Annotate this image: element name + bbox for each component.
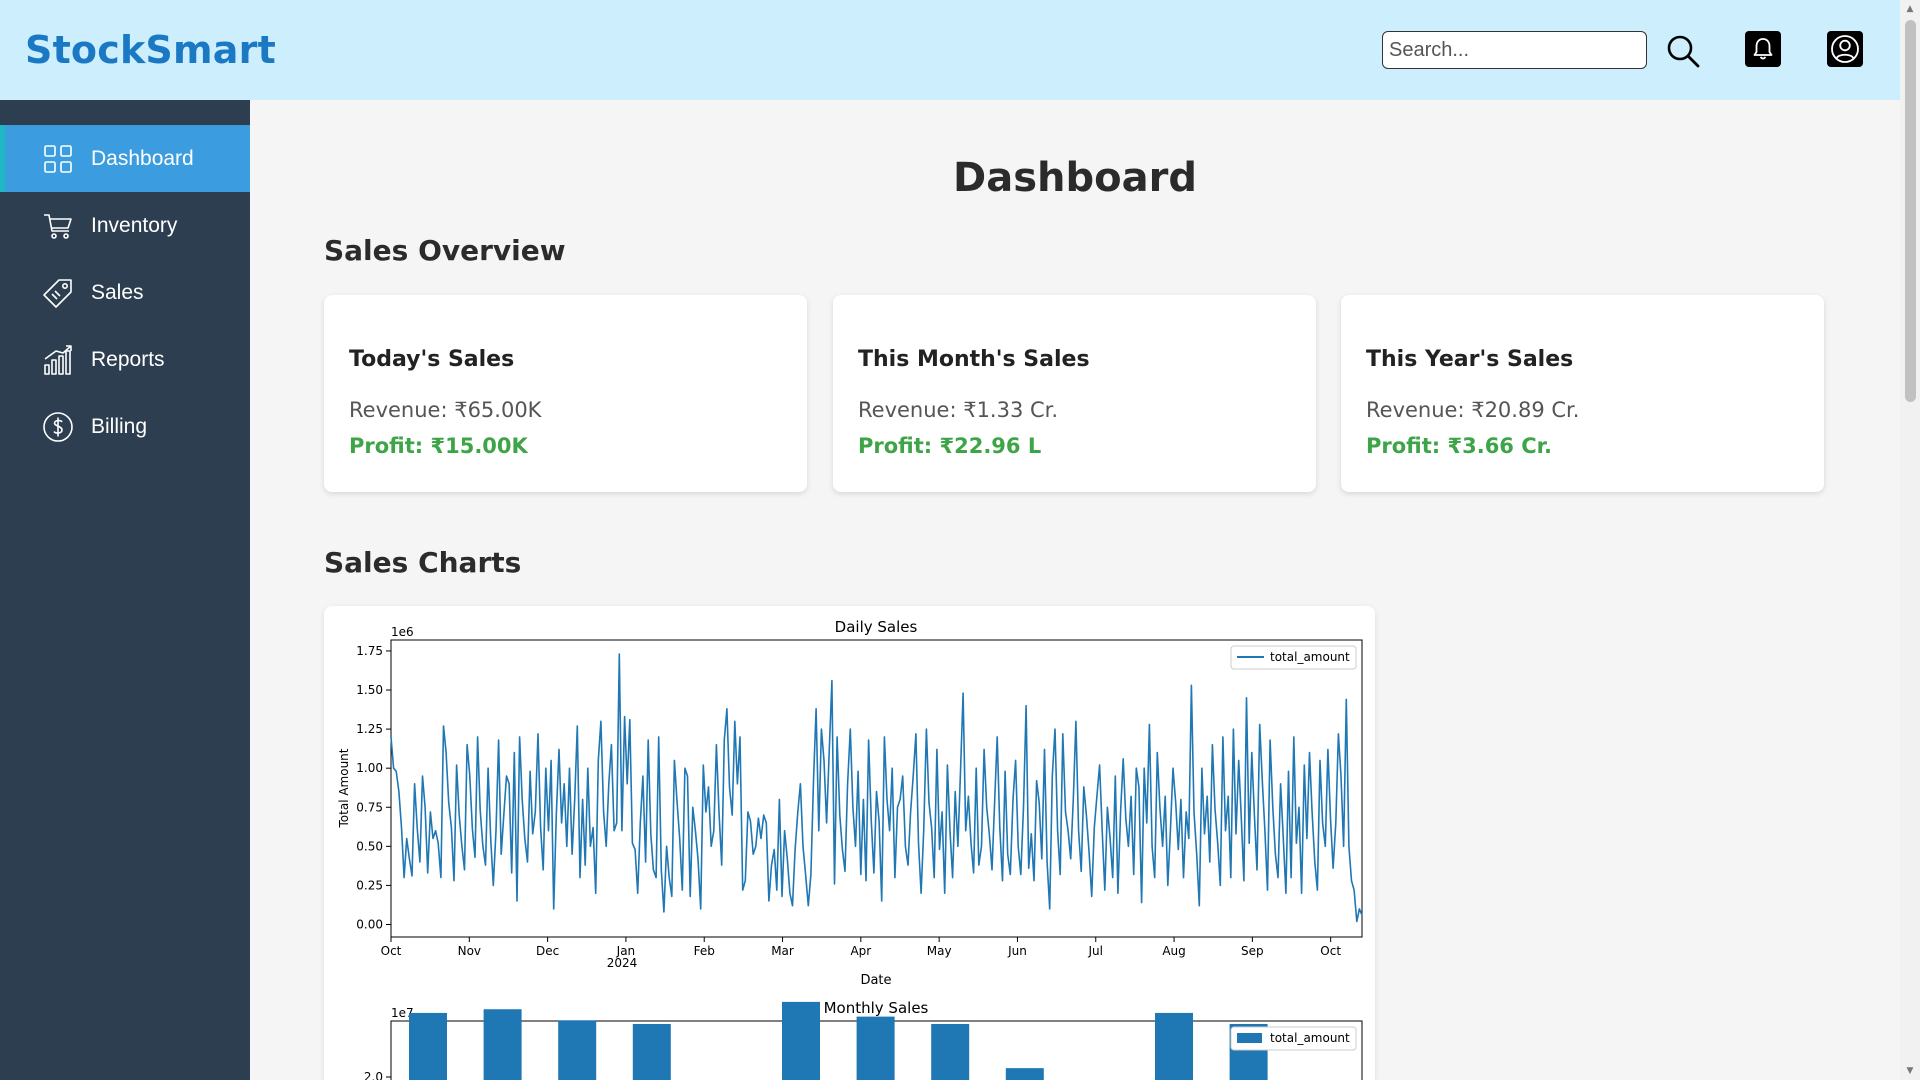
- scrollbar-thumb[interactable]: [1905, 20, 1916, 402]
- monthly-bar: [558, 1020, 597, 1080]
- dollar-circle-icon: [42, 411, 74, 443]
- card-title: This Month's Sales: [858, 347, 1090, 372]
- bar-chart-icon: [42, 344, 74, 376]
- daily-x-tick-label: Feb: [694, 944, 715, 958]
- card-revenue: Revenue: ₹1.33 Cr.: [858, 398, 1059, 422]
- daily-y-tick-label: 0.75: [356, 800, 383, 814]
- sidebar-item-reports[interactable]: Reports: [0, 326, 250, 393]
- monthly-bar: [1005, 1068, 1044, 1080]
- profile-button[interactable]: [1827, 31, 1863, 67]
- card-title: This Year's Sales: [1366, 347, 1574, 372]
- daily-x-tick-label: Aug: [1162, 944, 1185, 958]
- daily-x-year-label: 2024: [607, 956, 638, 970]
- card-revenue: Revenue: ₹20.89 Cr.: [1366, 398, 1580, 422]
- monthly-bar: [632, 1023, 671, 1080]
- daily-x-tick-label: May: [927, 944, 952, 958]
- year-sales-card: This Year's Sales Revenue: ₹20.89 Cr. Pr…: [1341, 295, 1824, 492]
- daily-y-axis-label: Total Amount: [337, 748, 351, 828]
- daily-x-tick-label: Jun: [1007, 944, 1027, 958]
- monthly-y-tick-label: 2.0: [364, 1070, 383, 1080]
- monthly-bar: [782, 1001, 820, 1080]
- todays-sales-card: Today's Sales Revenue: ₹65.00K Profit: ₹…: [324, 295, 807, 492]
- bell-icon: [1753, 38, 1773, 60]
- daily-y-tick-label: 1.50: [356, 683, 383, 697]
- daily-x-tick-label: Sep: [1241, 944, 1264, 958]
- sidebar-item-sales[interactable]: Sales: [0, 259, 250, 326]
- daily-x-ticks: Oct Nov Dec Jan Feb Mar Apr May Jun Jul Aug Sep Oct: [381, 937, 1341, 958]
- daily-y-tick-label: 1.75: [356, 644, 383, 658]
- daily-legend-label: total_amount: [1270, 650, 1350, 664]
- card-profit: Profit: ₹3.66 Cr.: [1366, 434, 1552, 458]
- search-button[interactable]: [1662, 30, 1704, 72]
- daily-y-tick-label: 0.25: [356, 878, 383, 892]
- daily-x-tick-label: Mar: [771, 944, 794, 958]
- daily-x-tick-label: Jul: [1088, 944, 1103, 958]
- search-input[interactable]: [1382, 31, 1647, 69]
- daily-x-tick-label: Oct: [381, 944, 402, 958]
- daily-y-tick-label: 0.50: [356, 839, 383, 853]
- monthly-bar: [483, 1009, 522, 1080]
- sidebar-item-label: Billing: [91, 414, 148, 438]
- daily-y-offset: 1e6: [391, 625, 414, 639]
- top-header: StockSmart: [0, 0, 1900, 100]
- daily-y-tick-label: 0.00: [356, 917, 383, 931]
- daily-x-axis-label: Date: [860, 973, 891, 988]
- user-icon: [1831, 35, 1859, 63]
- sidebar-item-inventory[interactable]: Inventory: [0, 192, 250, 259]
- daily-x-tick-label: Nov: [458, 944, 481, 958]
- monthly-bar: [409, 1012, 447, 1080]
- monthly-legend-label: total_amount: [1270, 1031, 1350, 1045]
- grid-icon: [42, 143, 74, 175]
- monthly-bar: [1155, 1012, 1193, 1080]
- cart-icon: [42, 210, 74, 242]
- daily-x-tick-label: Oct: [1320, 944, 1341, 958]
- sidebar-item-label: Sales: [91, 280, 144, 304]
- card-revenue: Revenue: ₹65.00K: [349, 398, 542, 422]
- sidebar: Dashboard Inventory Sales Reports Billin…: [0, 100, 250, 1080]
- monthly-bar: [931, 1023, 970, 1080]
- monthly-bar: [856, 1016, 895, 1080]
- daily-legend: total_amount: [1230, 645, 1357, 670]
- sidebar-item-dashboard[interactable]: Dashboard: [0, 125, 250, 192]
- daily-x-tick-label: Apr: [850, 944, 871, 958]
- sales-charts-heading: Sales Charts: [324, 546, 522, 579]
- sidebar-item-billing[interactable]: Billing: [0, 393, 250, 460]
- card-title: Today's Sales: [349, 347, 515, 372]
- sidebar-item-label: Inventory: [91, 213, 178, 237]
- card-profit: Profit: ₹15.00K: [349, 434, 528, 458]
- daily-x-tick-label: Jan: [616, 944, 636, 958]
- search-icon: [1667, 35, 1700, 68]
- daily-x-tick-label: Dec: [536, 944, 559, 958]
- sidebar-item-label: Dashboard: [91, 146, 194, 170]
- scroll-down-arrow[interactable]: ▼: [1903, 1064, 1917, 1078]
- notifications-button[interactable]: [1745, 31, 1781, 67]
- sales-charts-card: Daily Sales 1e6 Total Amount Date 2024 t…: [324, 606, 1375, 1080]
- month-sales-card: This Month's Sales Revenue: ₹1.33 Cr. Pr…: [833, 295, 1316, 492]
- sales-overview-heading: Sales Overview: [324, 234, 566, 267]
- monthly-chart-title: Monthly Sales: [824, 999, 929, 1017]
- card-profit: Profit: ₹22.96 L: [858, 434, 1042, 458]
- page-title: Dashboard: [953, 155, 1197, 201]
- daily-y-tick-label: 1.00: [356, 761, 383, 775]
- daily-y-ticks: 0.00 0.25 0.50 0.75 1.00 1.25 1.50 1.75: [356, 644, 391, 931]
- daily-y-tick-label: 1.25: [356, 722, 383, 736]
- scroll-up-arrow[interactable]: ▲: [1903, 2, 1917, 16]
- sidebar-item-label: Reports: [91, 347, 165, 371]
- brand-logo[interactable]: StockSmart: [25, 28, 276, 72]
- daily-chart-title: Daily Sales: [835, 618, 918, 636]
- tag-icon: [42, 277, 74, 309]
- sales-charts-svg: Daily Sales 1e6 Total Amount Date 2024 t…: [337, 618, 1363, 1080]
- monthly-y-ticks: 2.0: [364, 1070, 391, 1080]
- daily-sales-line: [390, 653, 1363, 923]
- monthly-legend: total_amount: [1230, 1026, 1357, 1051]
